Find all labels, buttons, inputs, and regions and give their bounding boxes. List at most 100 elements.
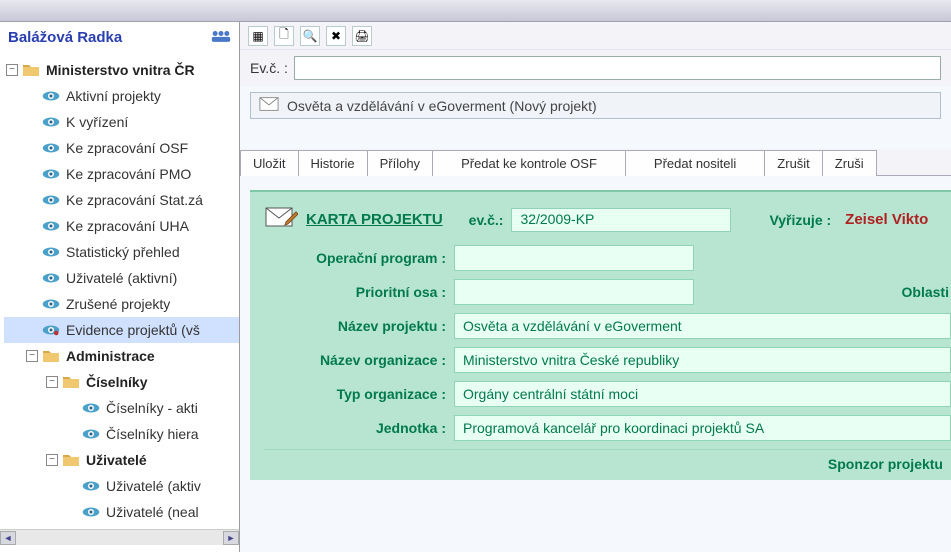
scroll-left-icon[interactable]: ◄ xyxy=(0,531,16,545)
evc-input[interactable] xyxy=(294,56,941,80)
sidebar: Balážová Radka − Ministerstvo vnitra ČR … xyxy=(0,22,240,552)
tree-node[interactable]: Ke zpracování PMO xyxy=(4,161,239,187)
tree-node-root[interactable]: − Ministerstvo vnitra ČR xyxy=(4,57,239,83)
tree-node[interactable]: Uživatelé (aktivní) xyxy=(4,265,239,291)
val-prioritni-osa[interactable] xyxy=(454,279,694,305)
tree-label: K vyřízení xyxy=(66,114,128,130)
nav-tree: − Ministerstvo vnitra ČR Aktivní projekt… xyxy=(0,53,239,529)
tree-label: Uživatelé (neal xyxy=(106,504,199,520)
tree-label: Číselníky xyxy=(86,374,147,390)
val-operacni-program[interactable] xyxy=(454,245,694,271)
main-panel: ▦ 🗋 🔍 ✖ 🖨 Ev.č. : Osvěta a vzdělávání v … xyxy=(240,22,951,552)
envelope-icon xyxy=(259,96,279,115)
scroll-right-icon[interactable]: ► xyxy=(223,531,239,545)
folder-icon xyxy=(22,61,40,79)
tab-forward-osf[interactable]: Předat ke kontrole OSF xyxy=(432,150,626,176)
tree-label: Uživatelé (aktiv xyxy=(106,478,201,494)
toolbar: ▦ 🗋 🔍 ✖ 🖨 xyxy=(240,22,951,50)
eye-icon xyxy=(42,217,60,235)
tree-node-admin[interactable]: − Administrace xyxy=(4,343,239,369)
val-jednotka[interactable]: Programová kancelář pro koordinaci proje… xyxy=(454,415,951,441)
eye-icon xyxy=(42,243,60,261)
sponsor-label: Sponzor projektu xyxy=(264,449,951,476)
action-tabs: Uložit Historie Přílohy Předat ke kontro… xyxy=(240,149,951,176)
tab-cancel2[interactable]: Zruši xyxy=(822,150,877,176)
lbl-operacni-program: Operační program : xyxy=(264,250,454,266)
tree-node[interactable]: Uživatelé (aktiv xyxy=(4,473,239,499)
print-icon[interactable]: 🖨 xyxy=(352,26,372,46)
delete-icon[interactable]: ✖ xyxy=(326,26,346,46)
window-titlebar xyxy=(0,0,951,22)
envelope-pencil-icon xyxy=(264,204,298,235)
tree-node-uzivatele[interactable]: − Uživatelé xyxy=(4,447,239,473)
new-icon[interactable]: 🗋 xyxy=(274,26,294,46)
project-card: KARTA PROJEKTU ev.č.: 32/2009-KP Vyřizuj… xyxy=(250,190,951,480)
lbl-jednotka: Jednotka : xyxy=(264,420,454,436)
tree-label: Uživatelé (aktivní) xyxy=(66,270,177,286)
vyrizuje-label: Vyřizuje : xyxy=(769,212,831,228)
vyrizuje-value: Zeisel Vikto xyxy=(845,211,928,228)
tree-node[interactable]: Statistický přehled xyxy=(4,239,239,265)
collapse-icon[interactable]: − xyxy=(46,454,58,466)
tree-node[interactable]: Aktivní projekty xyxy=(4,83,239,109)
eye-icon xyxy=(42,295,60,313)
tree-node[interactable]: Ke zpracování Stat.zá xyxy=(4,187,239,213)
project-title-strip[interactable]: Osvěta a vzdělávání v eGoverment (Nový p… xyxy=(250,92,941,119)
lbl-nazev-projektu: Název projektu : xyxy=(264,318,454,334)
tree-node-evidence[interactable]: Evidence projektů (vš xyxy=(4,317,239,343)
val-nazev-projektu[interactable]: Osvěta a vzdělávání v eGoverment xyxy=(454,313,951,339)
tree-label: Statistický přehled xyxy=(66,244,180,260)
tab-history[interactable]: Historie xyxy=(298,150,368,176)
tree-node-ciselniky[interactable]: − Číselníky xyxy=(4,369,239,395)
collapse-icon[interactable]: − xyxy=(6,64,18,76)
current-user: Balážová Radka xyxy=(8,29,122,46)
eye-icon xyxy=(42,269,60,287)
tree-node[interactable]: Uživatelé (neal xyxy=(4,499,239,525)
eye-icon xyxy=(82,425,100,443)
users-icon[interactable] xyxy=(211,28,231,47)
evc-label: Ev.č. : xyxy=(250,60,288,76)
val-nazev-organizace[interactable]: Ministerstvo vnitra České republiky xyxy=(454,347,951,373)
tree-node[interactable]: Ke zpracování UHA xyxy=(4,213,239,239)
tree-label: Zrušené projekty xyxy=(66,296,170,312)
tree-label: Ke zpracování UHA xyxy=(66,218,189,234)
tree-node[interactable]: Ke zpracování OSF xyxy=(4,135,239,161)
tab-attachments[interactable]: Přílohy xyxy=(367,150,433,176)
tree-label: Ke zpracování PMO xyxy=(66,166,191,182)
tree-label: Číselníky - akti xyxy=(106,400,198,416)
project-title: Osvěta a vzdělávání v eGoverment (Nový p… xyxy=(287,98,597,114)
eye-icon xyxy=(82,399,100,417)
lbl-prioritni-osa: Prioritní osa : xyxy=(264,284,454,300)
tree-node[interactable]: Číselníky hiera xyxy=(4,421,239,447)
eye-icon xyxy=(82,477,100,495)
val-typ-organizace[interactable]: Orgány centrální státní moci xyxy=(454,381,951,407)
tree-label: Číselníky hiera xyxy=(106,426,199,442)
tree-node[interactable]: Zrušené projekty xyxy=(4,291,239,317)
tree-label: Ke zpracování OSF xyxy=(66,140,188,156)
grid-icon[interactable]: ▦ xyxy=(248,26,268,46)
tree-node[interactable]: K vyřízení xyxy=(4,109,239,135)
folder-icon xyxy=(62,373,80,391)
eye-icon xyxy=(42,191,60,209)
tree-label: Uživatelé xyxy=(86,452,147,468)
eye-icon xyxy=(42,87,60,105)
tab-save[interactable]: Uložit xyxy=(240,150,299,176)
tree-label: Administrace xyxy=(66,348,155,364)
eye-icon xyxy=(82,503,100,521)
collapse-icon[interactable]: − xyxy=(26,350,38,362)
tree-node[interactable]: Číselníky - akti xyxy=(4,395,239,421)
eye-icon xyxy=(42,139,60,157)
search-icon[interactable]: 🔍 xyxy=(300,26,320,46)
tree-label: Ke zpracování Stat.zá xyxy=(66,192,203,208)
card-title[interactable]: KARTA PROJEKTU xyxy=(306,211,443,228)
tab-cancel[interactable]: Zrušit xyxy=(764,150,823,176)
collapse-icon[interactable]: − xyxy=(46,376,58,388)
tree-label: Aktivní projekty xyxy=(66,88,161,104)
eye-icon xyxy=(42,165,60,183)
lbl-typ-organizace: Typ organizace : xyxy=(264,386,454,402)
folder-icon xyxy=(42,347,60,365)
tree-label: Evidence projektů (vš xyxy=(66,322,200,338)
sidebar-hscrollbar[interactable]: ◄ ► xyxy=(0,529,239,545)
card-evc-value: 32/2009-KP xyxy=(511,208,731,232)
tab-forward-holder[interactable]: Předat nositeli xyxy=(625,150,765,176)
